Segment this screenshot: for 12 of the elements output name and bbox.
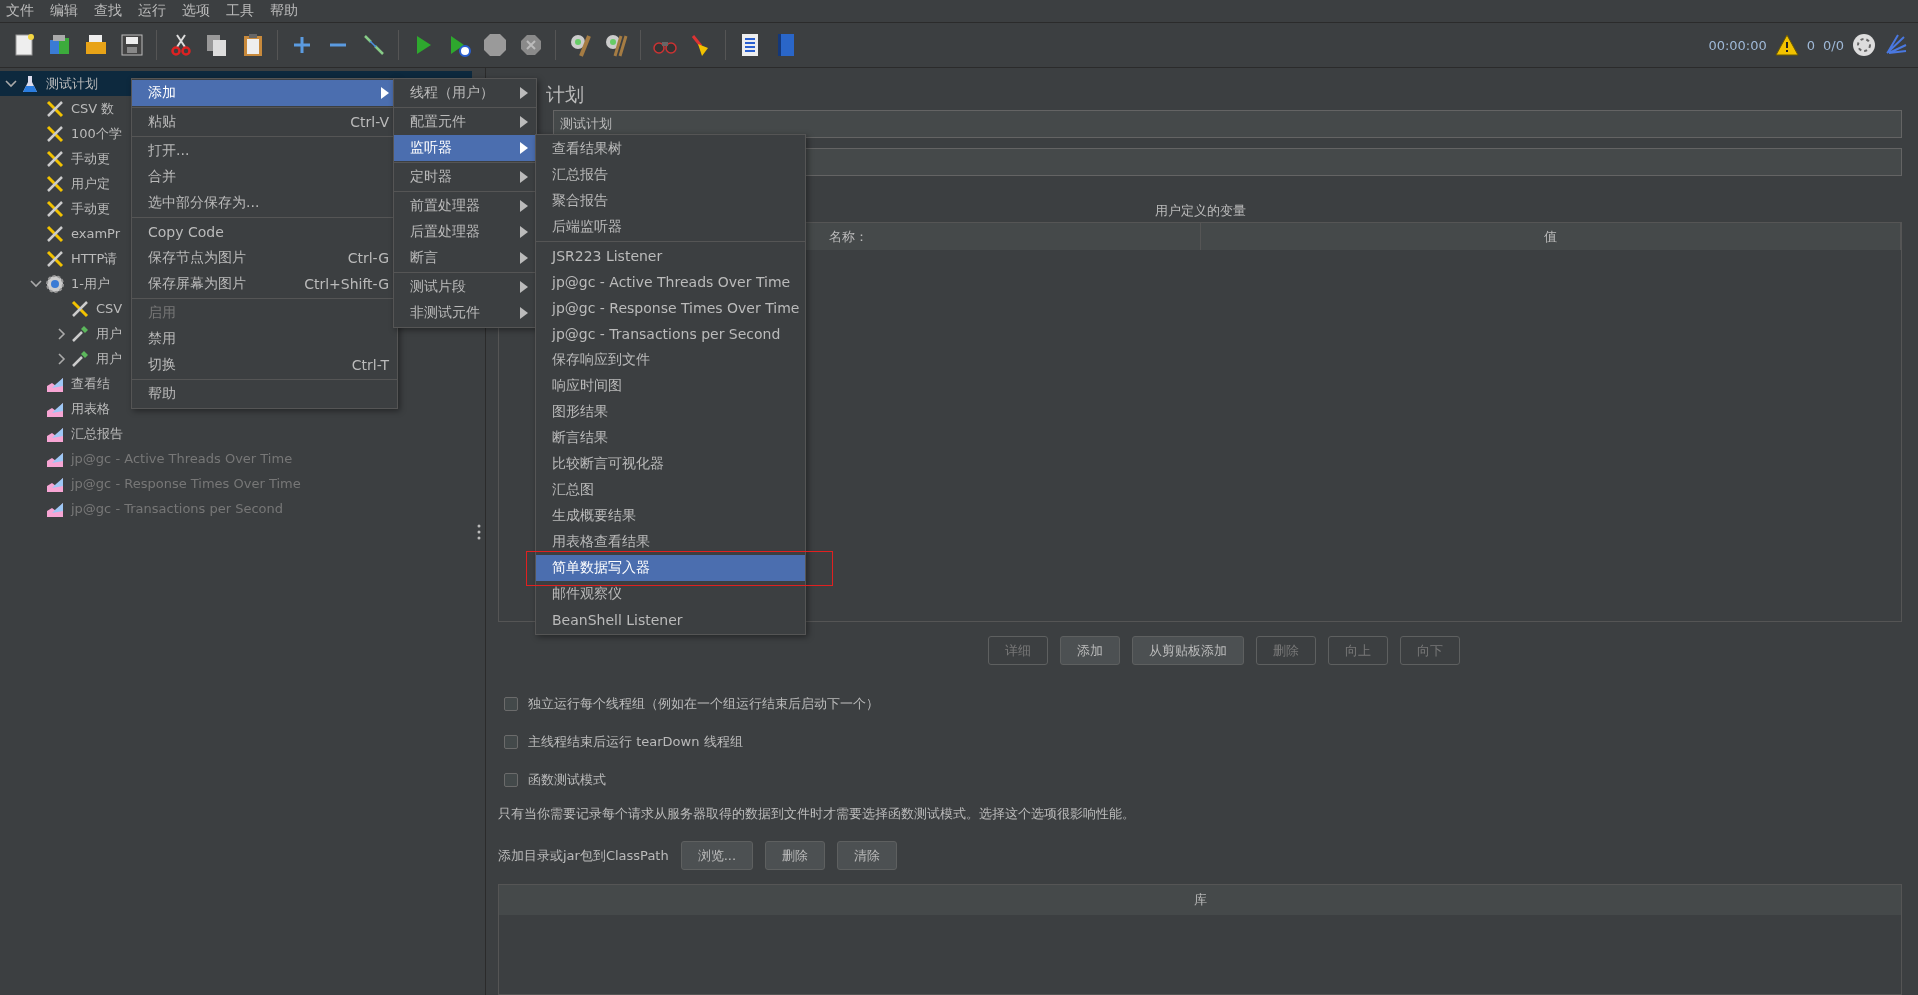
- warning-count: 0: [1806, 37, 1816, 53]
- table-title: 用户定义的变量: [1154, 203, 1246, 218]
- checkbox-label: 函数测试模式: [528, 771, 606, 789]
- checkbox-label: 独立运行每个线程组（例如在一个组运行结束后启动下一个）: [528, 695, 879, 713]
- panel-title: 计划: [546, 83, 584, 105]
- checkbox-label: 主线程结束后运行 tearDown 线程组: [528, 733, 743, 751]
- thread-count: 0/0: [1823, 37, 1844, 53]
- column-header: 值: [1201, 223, 1901, 250]
- info-text: 只有当你需要记录每个请求从服务器取得的数据到文件时才需要选择函数测试模式。选择这个选项很影响性能。: [498, 806, 1135, 821]
- column-header: 库: [1193, 891, 1207, 909]
- elapsed-time: 00:00:00: [1708, 37, 1767, 53]
- classpath-label: 添加目录或jar包到ClassPath: [498, 846, 669, 865]
